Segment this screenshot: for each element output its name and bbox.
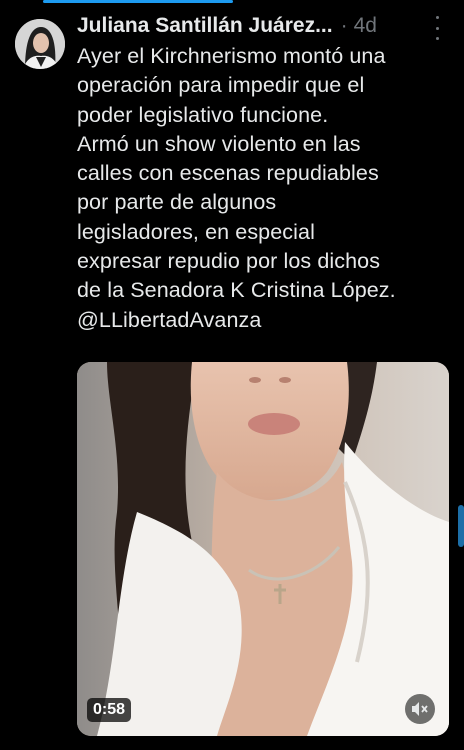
- timestamp[interactable]: 4d: [354, 14, 377, 38]
- tweet-text: Ayer el Kirchnerismo montó una operación…: [77, 42, 452, 335]
- header-separator: ·: [340, 14, 348, 37]
- avatar-image: [15, 19, 65, 69]
- video-player[interactable]: 0:58: [77, 362, 449, 736]
- speaker-muted-icon[interactable]: [405, 694, 435, 724]
- top-progress-fill: [43, 0, 233, 3]
- tweet-text-line: Armó un show violento en las: [77, 131, 361, 156]
- more-vertical-icon[interactable]: [430, 16, 444, 40]
- tweet-text-line: poder legislativo funcione.: [77, 102, 329, 127]
- mention-link[interactable]: @LLibertadAvanza: [77, 306, 452, 335]
- tweet-text-line: calles con escenas repudiables: [77, 161, 379, 186]
- author-name[interactable]: Juliana Santillán Juárez...: [77, 14, 333, 38]
- video-frame: [77, 362, 449, 736]
- tweet-text-line: Ayer el Kirchnerismo montó una: [77, 44, 386, 68]
- scrollbar-thumb[interactable]: [458, 505, 464, 547]
- tweet-text-line: operación para impedir que el: [77, 73, 365, 98]
- tweet-text-line: legisladores, en especial: [77, 219, 315, 244]
- tweet-text-line: por parte de algunos: [77, 190, 277, 215]
- video-duration: 0:58: [87, 698, 132, 722]
- tweet-text-line: de la Senadora K Cristina López.: [77, 278, 396, 303]
- avatar[interactable]: [15, 19, 65, 69]
- top-progress-bar: [0, 0, 464, 6]
- tweet-text-line: expresar repudio por los dichos: [77, 249, 381, 274]
- tweet-header: Juliana Santillán Juárez... · 4d: [77, 11, 447, 41]
